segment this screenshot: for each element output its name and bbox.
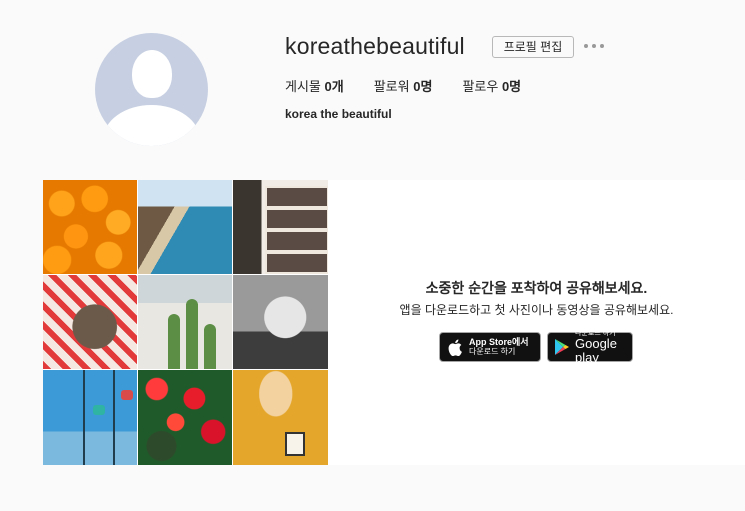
cta-subtitle: 앱을 다운로드하고 첫 사진이나 동영상을 공유해보세요.: [399, 303, 674, 317]
cactus-stem: [168, 314, 180, 369]
sample-photo-coastline: [138, 180, 232, 274]
followers-value: 0명: [413, 79, 433, 94]
download-app-cta: 소중한 순간을 포착하여 공유해보세요. 앱을 다운로드하고 첫 사진이나 동영…: [328, 180, 745, 465]
apple-icon: [447, 338, 463, 356]
sample-photo-laughing-baby: [233, 275, 328, 369]
edit-profile-button[interactable]: 프로필 편집: [492, 36, 574, 58]
posts-count: 게시물 0개: [285, 76, 344, 95]
cactus-stem: [186, 299, 198, 369]
google-play-text: 다운로드 하기 Google play: [575, 330, 632, 365]
gondola-car: [93, 405, 105, 415]
avatar-head-silhouette: [132, 50, 172, 98]
more-dot: [584, 44, 588, 48]
gondola-car: [121, 390, 133, 400]
google-play-badge[interactable]: 다운로드 하기 Google play: [547, 330, 633, 365]
sample-photo-oranges: [43, 180, 137, 274]
app-store-text: App Store에서 다운로드 하기: [469, 337, 529, 356]
posts-value: 0개: [324, 79, 344, 94]
sample-photo-grid: [43, 180, 328, 465]
sample-photo-cat-with-camera: [233, 370, 328, 465]
sample-photo-gondola-ride: [43, 370, 137, 465]
profile-username: koreathebeautiful: [285, 33, 465, 59]
followers-label: 팔로워: [373, 79, 410, 94]
cta-title: 소중한 순간을 포착하여 공유해보세요.: [425, 280, 648, 296]
cactus-stem: [204, 324, 216, 369]
avatar-body-silhouette: [103, 105, 200, 146]
camera: [285, 432, 305, 456]
posts-label: 게시물: [285, 79, 321, 94]
cable-line: [83, 370, 85, 465]
followers-count[interactable]: 팔로워 0명: [374, 76, 433, 95]
following-count[interactable]: 팔로우 0명: [462, 76, 521, 95]
sample-photo-photo-booth-strip: [233, 180, 328, 274]
empty-posts-panel: 소중한 순간을 포착하여 공유해보세요. 앱을 다운로드하고 첫 사진이나 동영…: [43, 180, 745, 465]
photo-strip: [265, 186, 328, 274]
google-play-line2: Google play: [575, 336, 617, 365]
sample-photo-red-flowers: [138, 370, 232, 465]
cable-line: [113, 370, 115, 465]
more-options-icon[interactable]: [584, 39, 604, 53]
sample-photo-dog: [43, 275, 137, 369]
google-play-icon: [555, 338, 569, 356]
profile-avatar[interactable]: [95, 33, 208, 146]
more-dot: [600, 44, 604, 48]
profile-full-name: korea the beautiful: [285, 107, 392, 121]
app-store-badge[interactable]: App Store에서 다운로드 하기: [439, 332, 541, 362]
profile-stats: 게시물 0개 팔로워 0명 팔로우 0명: [285, 76, 551, 95]
app-store-line2: 다운로드 하기: [469, 346, 516, 356]
more-dot: [592, 44, 596, 48]
following-value: 0명: [501, 79, 522, 94]
following-label: 팔로우: [462, 79, 499, 94]
sample-photo-cactus: [138, 275, 232, 369]
